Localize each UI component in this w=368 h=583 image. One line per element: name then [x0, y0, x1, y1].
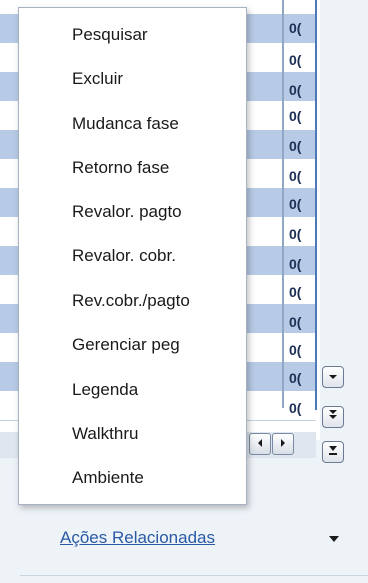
related-actions-link[interactable]: Ações Relacionadas: [60, 528, 215, 548]
table-cell: 0(: [289, 284, 302, 300]
menu-item-pesquisar[interactable]: Pesquisar: [72, 20, 148, 50]
menu-item-rev-cobr-pagto[interactable]: Rev.cobr./pagto: [72, 286, 190, 316]
table-cell: 0(: [289, 370, 302, 386]
menu-item-revalor-cobr[interactable]: Revalor. cobr.: [72, 241, 176, 271]
menu-item-legenda[interactable]: Legenda: [72, 375, 138, 405]
table-cell: 0(: [289, 168, 302, 184]
scroll-to-bottom-button[interactable]: [322, 441, 344, 463]
column-divider: [282, 0, 284, 408]
table-cell: 0(: [289, 108, 302, 124]
table-cell: 0(: [289, 52, 302, 68]
table-cell: 0(: [289, 196, 302, 212]
table-cell: 0(: [289, 138, 302, 154]
table-cell: 0(: [289, 256, 302, 272]
scroll-down-button[interactable]: [322, 366, 344, 388]
table-cell: 0(: [289, 342, 302, 358]
table-cell: 0(: [289, 82, 302, 98]
menu-item-mudanca-fase[interactable]: Mudanca fase: [72, 109, 179, 139]
scroll-right-button[interactable]: [272, 433, 294, 455]
caret-down-icon[interactable]: [326, 531, 342, 547]
table-cell: 0(: [289, 400, 302, 416]
menu-item-gerenciar-peg[interactable]: Gerenciar peg: [72, 330, 180, 360]
menu-item-revalor-pagto[interactable]: Revalor. pagto: [72, 197, 182, 227]
menu-item-walkthru[interactable]: Walkthru: [72, 419, 138, 449]
table-cell: 0(: [289, 226, 302, 242]
menu-item-excluir[interactable]: Excluir: [72, 64, 123, 94]
table-cell: 0(: [289, 314, 302, 330]
chevron-left-icon: [256, 435, 264, 453]
scroll-page-down-button[interactable]: [322, 406, 344, 428]
table-cell: 0(: [289, 20, 302, 36]
scroll-left-button[interactable]: [249, 433, 271, 455]
grid-border: [315, 0, 317, 410]
chevron-down-icon: [328, 368, 338, 386]
menu-item-retorno-fase[interactable]: Retorno fase: [72, 153, 169, 183]
scroll-to-bottom-icon: [328, 443, 338, 461]
divider: [20, 575, 368, 576]
chevron-right-icon: [279, 435, 287, 453]
double-chevron-down-icon: [328, 408, 338, 426]
menu-item-ambiente[interactable]: Ambiente: [72, 463, 144, 493]
context-menu: Pesquisar Excluir Mudanca fase Retorno f…: [18, 7, 247, 505]
